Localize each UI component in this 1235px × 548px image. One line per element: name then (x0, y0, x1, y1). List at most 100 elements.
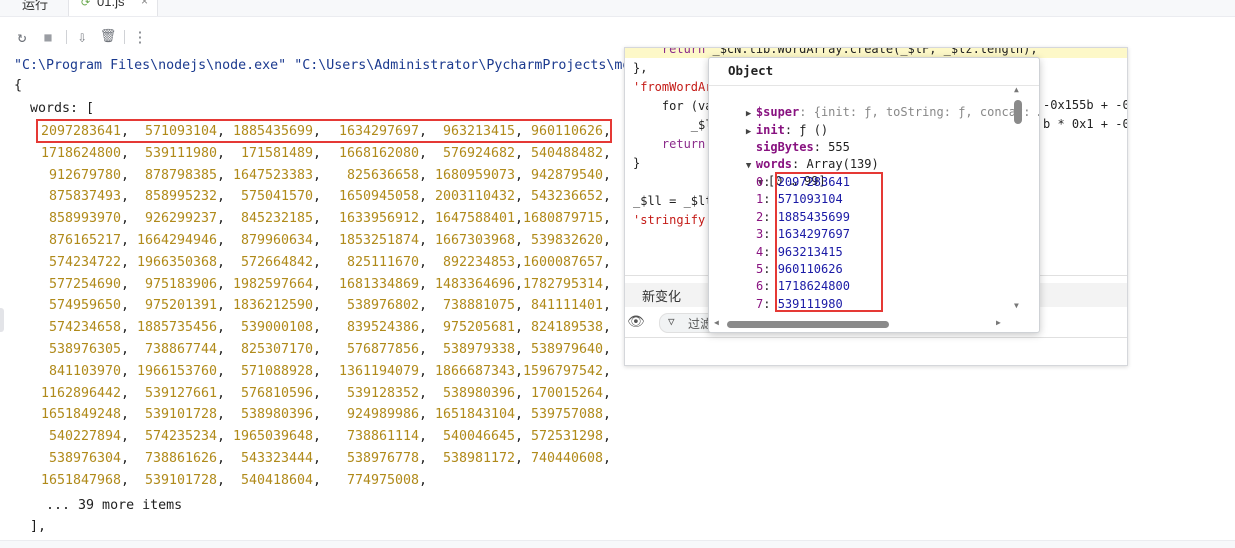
comma: , (515, 298, 524, 314)
array-value: 539000108 (240, 320, 313, 336)
comma: , (419, 145, 428, 161)
comma: , (313, 320, 322, 336)
scroll-right-icon[interactable]: ▶ (996, 318, 1001, 327)
stop-icon[interactable]: ■ (38, 27, 58, 47)
eye-icon[interactable]: 👁 (627, 314, 645, 330)
comma: , (603, 167, 612, 183)
scroll-up-icon[interactable]: ▲ (1014, 85, 1019, 94)
array-value: 1853251874 (338, 233, 419, 248)
comma: , (217, 342, 226, 357)
open-brace: { (14, 78, 23, 93)
array-value: 574234722 (48, 254, 121, 270)
popup-title: Object (728, 63, 774, 78)
comma: , (419, 385, 428, 401)
more-options-icon[interactable]: ⋮ (130, 27, 150, 47)
array-value: 879960634 (240, 233, 313, 248)
comma: , (121, 385, 130, 401)
run-toolbar: ↻ ■ ⇩ 🗑 ⋮ (0, 24, 620, 50)
property-super[interactable]: ▶ $super: {init: ƒ, toString: ƒ, concat: … (717, 87, 1039, 119)
scroll-left-icon[interactable]: ◀ (714, 318, 719, 327)
comma: , (121, 189, 130, 205)
tab-run[interactable]: 运行 (22, 0, 48, 13)
comma: , (313, 342, 322, 357)
comma: , (515, 451, 524, 466)
toolbar-divider (124, 30, 125, 44)
array-value: 539127661 (144, 385, 217, 401)
array-value: 926299237 (144, 211, 217, 227)
array-value: 576877856 (346, 342, 419, 357)
comma: , (515, 342, 524, 357)
property-value: : {init: ƒ, toString: ƒ, concat: … (799, 105, 1040, 119)
comma: , (603, 233, 612, 248)
object-inspector-popup: Object ▶ $super: {init: ƒ, toString: ƒ, c… (708, 57, 1040, 333)
close-tab-icon[interactable]: × (141, 0, 148, 8)
comma: , (121, 276, 130, 292)
comma: , (121, 451, 130, 466)
comma: , (313, 167, 322, 183)
array-value: 576810596 (240, 385, 313, 401)
array-value: 543236652 (530, 189, 603, 205)
scrollbar-thumb[interactable] (727, 321, 889, 328)
comma: , (217, 233, 226, 248)
array-value: 538980396 (240, 407, 313, 423)
comma: , (603, 254, 612, 270)
comma: , (313, 189, 322, 205)
code-line: _$l (633, 116, 713, 134)
code-fragment: b * 0x1 + -0x (1043, 117, 1128, 131)
array-value: 825636658 (346, 167, 419, 183)
array-value: 538976802 (346, 298, 419, 314)
array-value: 924989986 (346, 407, 419, 423)
scrollbar-thumb[interactable] (1014, 100, 1022, 124)
rerun-icon[interactable]: ↻ (12, 27, 32, 47)
array-value: 538981172 (442, 451, 515, 466)
vertical-scrollbar[interactable]: ▲ ▼ (1012, 85, 1024, 314)
array-value: 1782795314 (522, 276, 603, 292)
comma: , (419, 254, 428, 270)
array-value: 538979640 (530, 342, 603, 357)
comma: , (515, 363, 524, 379)
array-value: 825111670 (346, 254, 419, 270)
array-value: 540046645 (442, 429, 515, 445)
comma: , (515, 233, 524, 248)
array-value: 824189538 (530, 320, 603, 336)
code-line: 'fromWordArr (633, 78, 720, 96)
array-range-group[interactable]: ▼ [0 … 99] (729, 156, 826, 188)
clear-console-icon[interactable]: 🗑 (98, 27, 118, 47)
array-value: 574235234 (144, 429, 217, 445)
scroll-to-end-icon[interactable]: ⇩ (72, 27, 92, 47)
property-init[interactable]: ▶ init: ƒ () (717, 105, 828, 137)
scroll-down-icon[interactable]: ▼ (1014, 301, 1019, 310)
comma: , (217, 189, 226, 205)
array-value: 878798385 (144, 167, 217, 183)
comma: , (515, 429, 524, 445)
tab-changes[interactable]: 新变化 (642, 286, 681, 305)
array-value: 577254690 (48, 276, 121, 292)
comma: , (313, 429, 322, 445)
comma: , (217, 407, 226, 423)
array-value: 1667303968 (434, 233, 515, 248)
array-value: 538979338 (442, 342, 515, 357)
array-value: 1650945058 (338, 189, 419, 205)
comma: , (121, 211, 130, 227)
horizontal-scrollbar[interactable]: ◀ ▶ (709, 317, 1039, 331)
comma: , (603, 342, 612, 357)
array-value: 858993970 (48, 211, 121, 227)
array-value: 571088928 (240, 363, 313, 379)
gutter-marker (0, 308, 4, 332)
array-value: 572531298 (530, 429, 603, 445)
code-fragment: -0x155b + -0x (1043, 98, 1128, 112)
code-token: 'fromWordArr (633, 80, 720, 94)
comma: , (515, 385, 524, 401)
array-value: 539757088 (530, 407, 603, 423)
comma: , (419, 167, 428, 183)
property-words[interactable]: ▼ words: Array(139) (717, 139, 879, 171)
comma: , (603, 407, 612, 423)
comma: , (217, 451, 226, 466)
comma: , (313, 472, 322, 488)
comma: , (121, 363, 130, 379)
array-value: 539101728 (144, 472, 217, 488)
tab-file[interactable]: ⟳ 01.js × (68, 0, 158, 16)
comma: , (121, 167, 130, 183)
code-line: } (633, 154, 640, 172)
toolbar-divider (66, 30, 67, 44)
